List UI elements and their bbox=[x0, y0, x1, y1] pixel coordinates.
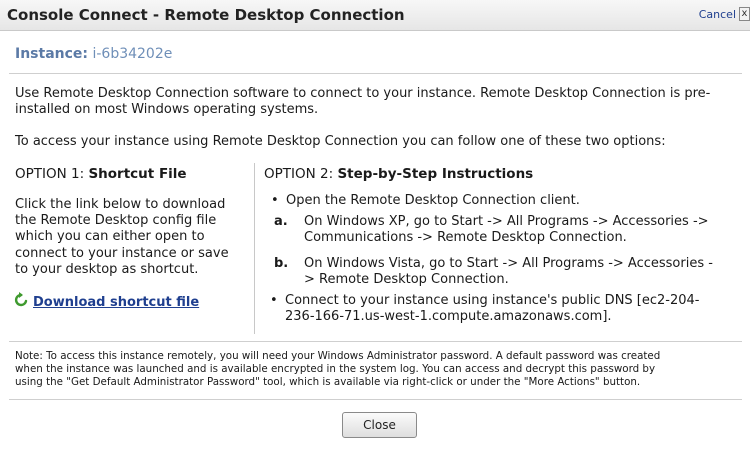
note-line: using the "Get Default Administrator Pas… bbox=[15, 376, 641, 389]
option1-line: Click the link below to download bbox=[15, 197, 226, 212]
dialog-titlebar: Console Connect - Remote Desktop Connect… bbox=[0, 0, 750, 31]
step-b-line-2: > Remote Desktop Connection. bbox=[304, 272, 509, 287]
step-connect-line-2: 236-166-71.us-west-1.compute.amazonaws.c… bbox=[285, 309, 612, 324]
admin-password-note: Note: To access this instance remotely, … bbox=[15, 350, 743, 390]
divider bbox=[9, 399, 742, 400]
bullet: • bbox=[271, 193, 279, 208]
download-refresh-icon[interactable] bbox=[14, 292, 28, 308]
options-intro: To access your instance using Remote Des… bbox=[15, 134, 666, 149]
download-shortcut-link[interactable]: Download shortcut file bbox=[33, 295, 199, 310]
option1-title: Shortcut File bbox=[88, 166, 187, 182]
options-divider bbox=[254, 163, 255, 334]
option1-line: which you can either open to bbox=[15, 229, 205, 245]
cancel-link[interactable]: Cancel bbox=[699, 8, 736, 21]
step-a-line-1: On Windows XP, go to Start -> All Progra… bbox=[304, 214, 709, 229]
intro-line-1: Use Remote Desktop Connection software t… bbox=[15, 86, 711, 101]
option2-prefix: OPTION 2: bbox=[264, 166, 334, 182]
option1-description: Click the link below to download the Rem… bbox=[15, 197, 247, 278]
close-icon[interactable]: x bbox=[739, 7, 750, 21]
instance-id: i-6b34202e bbox=[92, 46, 173, 62]
close-button[interactable]: Close bbox=[342, 412, 417, 438]
bullet: • bbox=[270, 293, 278, 308]
step-b-line-1: On Windows Vista, go to Start -> All Pro… bbox=[304, 256, 713, 271]
option2-title: Step-by-Step Instructions bbox=[337, 166, 534, 182]
intro-line-2: installed on most Windows operating syst… bbox=[15, 102, 319, 117]
note-line: Note: To access this instance remotely, … bbox=[15, 350, 661, 362]
divider bbox=[9, 341, 742, 342]
option1-heading: OPTION 1: Shortcut File bbox=[15, 166, 187, 182]
step-letter-b: b. bbox=[274, 256, 289, 271]
dialog-title: Console Connect - Remote Desktop Connect… bbox=[7, 6, 405, 24]
divider bbox=[9, 73, 742, 74]
instance-heading: Instance: i-6b34202e bbox=[15, 46, 172, 62]
option1-prefix: OPTION 1: bbox=[15, 166, 85, 182]
option1-line: connect to your instance or save bbox=[15, 245, 229, 261]
step-open-client: Open the Remote Desktop Connection clien… bbox=[286, 193, 580, 208]
instance-label: Instance: bbox=[15, 46, 89, 62]
step-a-line-2: Communications -> Remote Desktop Connect… bbox=[304, 230, 627, 245]
note-line: when the instance was launched and is av… bbox=[15, 363, 656, 376]
step-letter-a: a. bbox=[274, 214, 288, 229]
option2-heading: OPTION 2: Step-by-Step Instructions bbox=[264, 166, 533, 182]
step-connect-line-1: Connect to your instance using instance'… bbox=[285, 293, 700, 308]
option1-line: the Remote Desktop config file bbox=[15, 213, 217, 229]
option1-line: to your desktop as shortcut. bbox=[15, 261, 199, 277]
